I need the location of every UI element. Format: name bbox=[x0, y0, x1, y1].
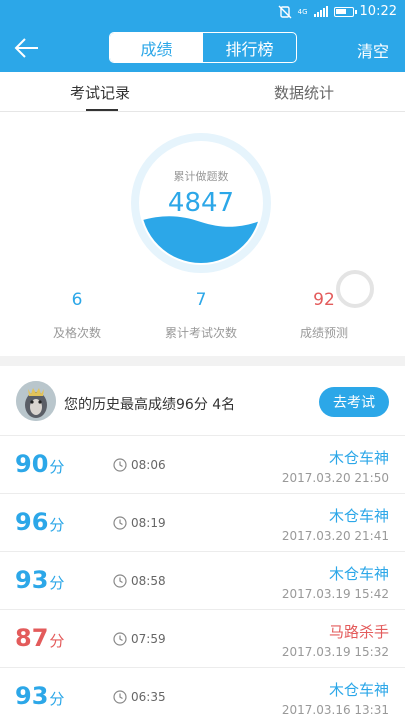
take-exam-button[interactable]: 去考试 bbox=[319, 387, 389, 417]
exam-record-list: 90分 08:06 木仓车神 2017.03.20 21:50 96分 08:1… bbox=[0, 436, 405, 720]
signal-icon bbox=[313, 6, 328, 17]
record-duration: 07:59 bbox=[131, 632, 166, 646]
score-unit: 分 bbox=[49, 690, 65, 708]
record-datetime: 2017.03.20 21:50 bbox=[281, 471, 389, 485]
record-row[interactable]: 87分 07:59 马路杀手 2017.03.19 15:32 bbox=[0, 610, 405, 668]
status-icons: 4G 10:22 bbox=[278, 4, 397, 19]
clock-icon bbox=[113, 632, 127, 646]
gauge-label: 累计做题数 bbox=[173, 170, 229, 183]
record-score: 87分 bbox=[15, 624, 64, 652]
active-tab-indicator bbox=[86, 109, 118, 111]
stat-label: 及格次数 bbox=[52, 326, 101, 340]
score-unit: 分 bbox=[49, 458, 65, 476]
avatar[interactable] bbox=[16, 381, 56, 421]
back-arrow-icon bbox=[14, 38, 38, 58]
stat-value: 7 bbox=[195, 290, 207, 310]
best-score-text: 您的历史最高成绩96分 4名 bbox=[64, 397, 236, 413]
record-score: 96分 bbox=[15, 508, 64, 536]
tab-scores[interactable]: 成绩 bbox=[110, 33, 203, 62]
score-value: 90 bbox=[15, 450, 49, 478]
stat-label: 累计考试次数 bbox=[164, 326, 237, 340]
battery-icon bbox=[333, 6, 357, 17]
back-button[interactable] bbox=[12, 34, 44, 62]
status-time: 10:22 bbox=[359, 4, 397, 19]
record-score: 93分 bbox=[15, 682, 64, 710]
record-score: 90分 bbox=[15, 450, 64, 478]
record-title: 木仓车神 bbox=[328, 507, 389, 525]
sub-tabs: 考试记录 数据统计 bbox=[0, 72, 405, 112]
record-score: 93分 bbox=[15, 566, 64, 594]
clock-icon bbox=[113, 574, 127, 588]
record-row[interactable]: 90分 08:06 木仓车神 2017.03.20 21:50 bbox=[0, 436, 405, 494]
record-row[interactable]: 93分 08:58 木仓车神 2017.03.19 15:42 bbox=[0, 552, 405, 610]
score-value: 87 bbox=[15, 624, 49, 652]
stat-exam-count: 7 累计考试次数 bbox=[141, 290, 261, 341]
network-type: 4G bbox=[297, 7, 308, 16]
stat-label: 成绩预测 bbox=[299, 326, 348, 340]
stat-value: 6 bbox=[71, 290, 83, 310]
stat-pass-count: 6 及格次数 bbox=[17, 290, 137, 341]
score-value: 96 bbox=[15, 508, 49, 536]
status-bar: 4G 10:22 bbox=[0, 0, 405, 24]
record-title: 木仓车神 bbox=[328, 449, 389, 467]
score-unit: 分 bbox=[49, 632, 65, 650]
best-score-card: 您的历史最高成绩96分 4名 去考试 bbox=[0, 366, 405, 436]
score-unit: 分 bbox=[49, 516, 65, 534]
prediction-ring bbox=[336, 270, 374, 308]
record-datetime: 2017.03.20 21:41 bbox=[281, 529, 389, 543]
clock-icon bbox=[113, 458, 127, 472]
vibrate-icon bbox=[278, 5, 292, 19]
clock-icon bbox=[113, 516, 127, 530]
score-value: 93 bbox=[15, 682, 49, 710]
segmented-control: 成绩 排行榜 bbox=[109, 32, 297, 63]
record-datetime: 2017.03.19 15:42 bbox=[281, 587, 389, 601]
record-duration: 08:58 bbox=[131, 574, 166, 588]
clock-icon bbox=[113, 690, 127, 704]
tab-exam-records[interactable]: 考试记录 bbox=[70, 82, 130, 103]
score-unit: 分 bbox=[49, 574, 65, 592]
gauge-value: 4847 bbox=[167, 188, 235, 218]
record-row[interactable]: 96分 08:19 木仓车神 2017.03.20 21:41 bbox=[0, 494, 405, 552]
record-duration: 08:06 bbox=[131, 458, 166, 472]
clear-button[interactable]: 清空 bbox=[357, 38, 389, 62]
app-header: 成绩 排行榜 清空 bbox=[0, 24, 405, 72]
record-duration: 08:19 bbox=[131, 516, 166, 530]
score-value: 93 bbox=[15, 566, 49, 594]
record-duration: 06:35 bbox=[131, 690, 166, 704]
tab-data-statistics[interactable]: 数据统计 bbox=[274, 82, 334, 103]
record-datetime: 2017.03.16 13:31 bbox=[281, 703, 389, 717]
record-row[interactable]: 93分 06:35 木仓车神 2017.03.16 13:31 bbox=[0, 668, 405, 720]
record-title: 木仓车神 bbox=[328, 565, 389, 583]
record-datetime: 2017.03.19 15:32 bbox=[281, 645, 389, 659]
tab-leaderboard[interactable]: 排行榜 bbox=[203, 33, 296, 62]
stats-panel: 累计做题数 4847 6 及格次数 7 累计考试次数 92 成绩预测 bbox=[0, 112, 405, 356]
avatar-image bbox=[16, 381, 56, 421]
record-title: 木仓车神 bbox=[328, 681, 389, 699]
record-title: 马路杀手 bbox=[328, 623, 389, 641]
